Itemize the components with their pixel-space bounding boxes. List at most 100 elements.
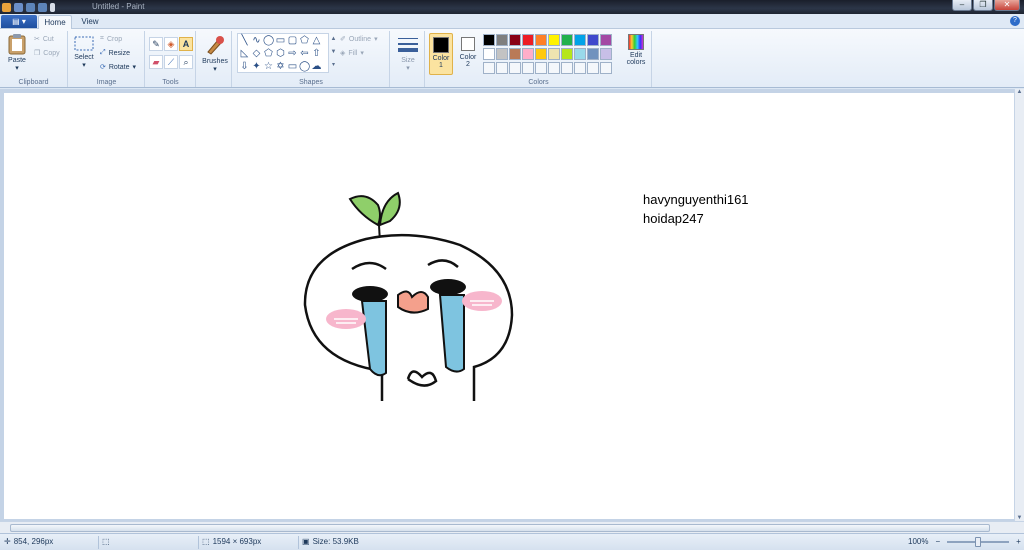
drawing-canvas[interactable]: havynguyenthi161 hoidap247 <box>4 93 1016 519</box>
brush-icon <box>207 36 224 55</box>
minimize-button[interactable]: – <box>952 0 972 11</box>
tab-home[interactable]: Home <box>38 15 72 29</box>
resize-button[interactable]: ⤢ Resize <box>100 49 130 57</box>
oval-shape-icon[interactable]: ◯ <box>263 35 274 46</box>
zoom-slider-thumb[interactable] <box>975 536 982 547</box>
palette-color-swatch[interactable] <box>522 48 534 60</box>
five-point-star-shape-icon[interactable]: ☆ <box>263 61 274 72</box>
select-dropdown-icon[interactable]: ▾ <box>72 61 96 69</box>
palette-color-swatch[interactable] <box>548 48 560 60</box>
eraser-icon[interactable]: ▰ <box>149 55 163 69</box>
select-button[interactable]: Select ▾ <box>72 36 96 69</box>
scroll-up-icon[interactable]: ▲ <box>1015 89 1024 95</box>
rectangle-shape-icon[interactable]: ▭ <box>275 35 286 46</box>
palette-color-swatch[interactable] <box>587 48 599 60</box>
six-point-star-shape-icon[interactable]: ✡ <box>275 61 286 72</box>
custom-color-slot[interactable] <box>483 62 495 74</box>
help-icon[interactable]: ? <box>1010 16 1020 26</box>
palette-color-swatch[interactable] <box>561 34 573 46</box>
pentagon-shape-icon[interactable]: ⬠ <box>263 48 274 59</box>
right-arrow-shape-icon[interactable]: ⇨ <box>287 48 298 59</box>
zoom-slider[interactable] <box>947 536 1010 547</box>
up-arrow-shape-icon[interactable]: ⇧ <box>311 48 322 59</box>
palette-color-swatch[interactable] <box>574 48 586 60</box>
brushes-dropdown-icon[interactable]: ▾ <box>200 65 230 73</box>
rounded-rectangle-shape-icon[interactable]: ▢ <box>287 35 298 46</box>
four-point-star-shape-icon[interactable]: ✦ <box>251 61 262 72</box>
hexagon-shape-icon[interactable]: ⬡ <box>275 48 286 59</box>
polygon-shape-icon[interactable]: ⬠ <box>299 35 310 46</box>
palette-color-swatch[interactable] <box>483 48 495 60</box>
palette-color-swatch[interactable] <box>496 48 508 60</box>
palette-color-swatch[interactable] <box>600 34 612 46</box>
canvas-text-box[interactable]: havynguyenthi161 hoidap247 <box>643 190 749 228</box>
edit-colors-button[interactable]: Edit colors <box>624 34 648 66</box>
custom-color-slot[interactable] <box>561 62 573 74</box>
rounded-callout-shape-icon[interactable]: ▭ <box>287 61 298 72</box>
rotate-button[interactable]: ⟳ Rotate ▾ <box>100 63 137 72</box>
custom-color-slot[interactable] <box>548 62 560 74</box>
paint-app-icon[interactable] <box>2 2 11 12</box>
palette-color-swatch[interactable] <box>587 34 599 46</box>
horizontal-scroll-thumb[interactable] <box>10 524 990 532</box>
close-button[interactable]: ✕ <box>994 0 1020 11</box>
custom-color-slot[interactable] <box>496 62 508 74</box>
tab-view[interactable]: View <box>74 15 106 29</box>
curve-shape-icon[interactable]: ∿ <box>251 35 262 46</box>
rotate-dropdown-icon[interactable]: ▾ <box>133 63 137 71</box>
color-picker-icon[interactable]: ⟋ <box>164 55 178 69</box>
palette-color-swatch[interactable] <box>535 34 547 46</box>
cloud-callout-shape-icon[interactable]: ☁ <box>311 61 322 72</box>
color2-button[interactable]: Color 2 <box>456 33 480 75</box>
fill-button[interactable]: ◈ Fill ▾ <box>340 49 364 58</box>
palette-color-swatch[interactable] <box>483 34 495 46</box>
redo-icon[interactable] <box>38 2 47 12</box>
palette-color-swatch[interactable] <box>548 34 560 46</box>
horizontal-scrollbar[interactable] <box>0 521 1024 533</box>
custom-color-slot[interactable] <box>587 62 599 74</box>
vertical-scrollbar[interactable]: ▲ ▼ <box>1014 89 1024 521</box>
palette-color-swatch[interactable] <box>496 34 508 46</box>
triangle-shape-icon[interactable]: △ <box>311 35 322 46</box>
down-arrow-shape-icon[interactable]: ⇩ <box>239 61 250 72</box>
palette-color-swatch[interactable] <box>561 48 573 60</box>
maximize-button[interactable]: ❐ <box>973 0 993 11</box>
palette-color-swatch[interactable] <box>509 34 521 46</box>
size-button[interactable]: Size ▾ <box>395 35 421 72</box>
custom-color-slot[interactable] <box>509 62 521 74</box>
outline-button[interactable]: ✐ Outline ▾ <box>340 35 378 44</box>
brushes-button[interactable]: Brushes ▾ <box>200 34 230 73</box>
custom-color-slot[interactable] <box>574 62 586 74</box>
right-triangle-shape-icon[interactable]: ◺ <box>239 48 250 59</box>
palette-color-swatch[interactable] <box>600 48 612 60</box>
zoom-in-icon[interactable]: + <box>1016 537 1021 546</box>
paste-button[interactable]: Paste ▾ <box>5 33 29 72</box>
color1-button[interactable]: Color 1 <box>429 33 453 75</box>
customize-toolbar-icon[interactable] <box>50 2 55 12</box>
paste-dropdown-icon[interactable]: ▾ <box>5 64 29 72</box>
custom-color-slot[interactable] <box>522 62 534 74</box>
shapes-scroll-icon[interactable]: ▲ ▼ ▾ <box>330 33 337 73</box>
crop-button[interactable]: ⌗ Crop <box>100 35 122 43</box>
custom-color-slot[interactable] <box>600 62 612 74</box>
palette-color-swatch[interactable] <box>522 34 534 46</box>
shapes-gallery[interactable]: ╲ ∿ ◯ ▭ ▢ ⬠ △ ◺ ◇ ⬠ ⬡ ⇨ ⇦ ⇧ ⇩ ✦ ☆ ✡ ▭ ◯ … <box>237 33 329 73</box>
zoom-out-icon[interactable]: − <box>935 537 940 546</box>
custom-color-slot[interactable] <box>535 62 547 74</box>
left-arrow-shape-icon[interactable]: ⇦ <box>299 48 310 59</box>
text-tool-icon[interactable]: A <box>179 37 193 51</box>
paint-menu-button[interactable]: ▤ ▾ <box>1 15 37 28</box>
palette-color-swatch[interactable] <box>509 48 521 60</box>
diamond-shape-icon[interactable]: ◇ <box>251 48 262 59</box>
fill-bucket-icon[interactable]: ◈ <box>164 37 178 51</box>
undo-icon[interactable] <box>26 2 35 12</box>
copy-button[interactable]: ❐ Copy <box>34 49 60 58</box>
line-shape-icon[interactable]: ╲ <box>239 35 250 46</box>
palette-color-swatch[interactable] <box>574 34 586 46</box>
magnifier-icon[interactable]: ⌕ <box>179 55 193 69</box>
save-icon[interactable] <box>14 2 23 12</box>
palette-color-swatch[interactable] <box>535 48 547 60</box>
oval-callout-shape-icon[interactable]: ◯ <box>299 61 310 72</box>
pencil-icon[interactable]: ✎ <box>149 37 163 51</box>
cut-button[interactable]: ✂ Cut <box>34 35 54 44</box>
